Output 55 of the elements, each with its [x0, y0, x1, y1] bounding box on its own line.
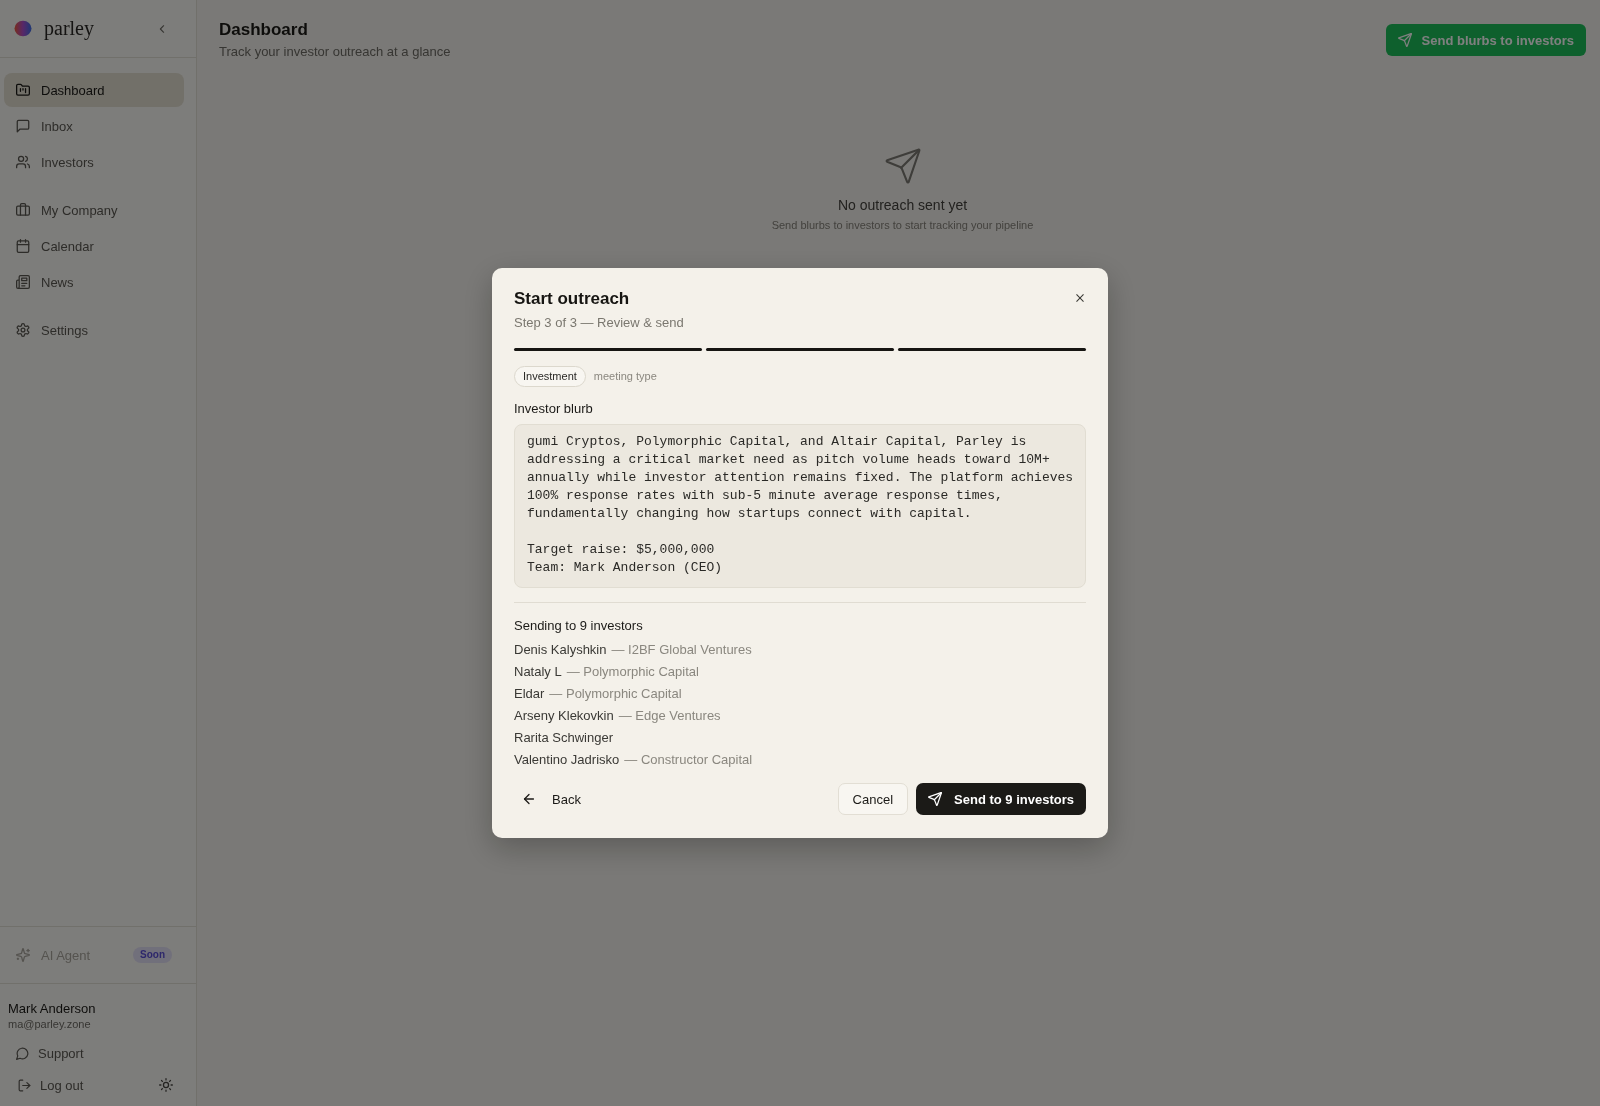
send-button[interactable]: Send to 9 investors [916, 783, 1086, 815]
sparkle-icon [16, 948, 30, 962]
nav-item[interactable]: Settings [4, 313, 184, 347]
brand-name: parley [44, 17, 95, 40]
recipient-firm: — Polymorphic Capital [566, 663, 699, 679]
theme-toggle-button[interactable] [159, 1078, 173, 1092]
people-icon [16, 155, 30, 169]
nav-item[interactable]: Investors [4, 145, 184, 179]
folder-icon [16, 83, 30, 97]
back-button[interactable]: Back [514, 783, 589, 815]
nav-item[interactable]: Dashboard [4, 73, 184, 107]
empty-state-title: No outreach sent yet [837, 196, 968, 215]
sun-icon [159, 1078, 173, 1092]
support-link[interactable]: Support [8, 1037, 188, 1069]
recipient-name: Nataly L [514, 663, 562, 679]
logo-icon [14, 20, 32, 37]
send-blurbs-button[interactable]: Send blurbs to investors [1385, 24, 1586, 56]
user-email: ma@parley.zone [8, 1017, 92, 1032]
step-text: Step 3 of 3 — Review & send [514, 314, 684, 332]
meeting-type-chip: Investment [514, 366, 586, 387]
recipient-firm: — Edge Ventures [618, 707, 721, 723]
nav-item[interactable]: Calendar [4, 229, 184, 263]
recipient-name: Rarita Schwinger [514, 729, 613, 745]
paper-plane-icon [1397, 33, 1412, 47]
gear-icon [16, 323, 30, 337]
recipient-name: Valentino Jadrisko [514, 751, 620, 767]
paper-plane-icon [884, 148, 921, 184]
recipients-heading: Sending to 9 investors [514, 617, 644, 635]
recipient-firm: — I2BF Global Ventures [611, 641, 752, 657]
page-title: Dashboard [219, 20, 309, 40]
blurb-field[interactable]: gumi Cryptos, Polymorphic Capital, and Altair Capital, Parley is addressing a critical market need as pitch volume heads toward 10M+ annually while investor attention remains fixed. The platform achieves 100% response rates with sub-5 minute average response times, fundamentally changing how startups connect with capital. Target raise: $5,000,000 Team: Mark Anderson (CEO) [514, 424, 1086, 588]
soon-badge: Soon [133, 947, 172, 963]
recipient-name: Arseny Klekovkin [514, 707, 614, 723]
speech-bubble-icon [16, 1046, 29, 1060]
page-subtitle: Track your investor outreach at a glance [219, 43, 451, 61]
recipient-firm: — Polymorphic Capital [549, 685, 682, 701]
recipient-name: Eldar [514, 685, 545, 701]
calendar-icon [16, 239, 30, 253]
nav-item[interactable]: My Company [4, 193, 184, 227]
field-label: Investor blurb [514, 400, 594, 418]
meeting-type-label: meeting type [593, 369, 657, 384]
newspaper-icon [16, 275, 30, 289]
nav-item[interactable]: Inbox [4, 109, 184, 143]
cancel-button[interactable]: Cancel [837, 783, 909, 815]
close-button[interactable] [1074, 292, 1086, 304]
close-icon [1074, 292, 1086, 304]
recipient-name: Denis Kalyshkin [514, 641, 607, 657]
nav-item[interactable]: News [4, 265, 184, 299]
user-name: Mark Anderson [8, 1000, 97, 1017]
logout-link[interactable]: Log out [8, 1069, 92, 1101]
briefcase-icon [16, 203, 30, 217]
paper-plane-icon [928, 792, 943, 806]
dialog-title: Start outreach [514, 288, 631, 310]
recipient-firm: — Constructor Capital [624, 751, 753, 767]
speech-bubble-icon [16, 119, 30, 133]
